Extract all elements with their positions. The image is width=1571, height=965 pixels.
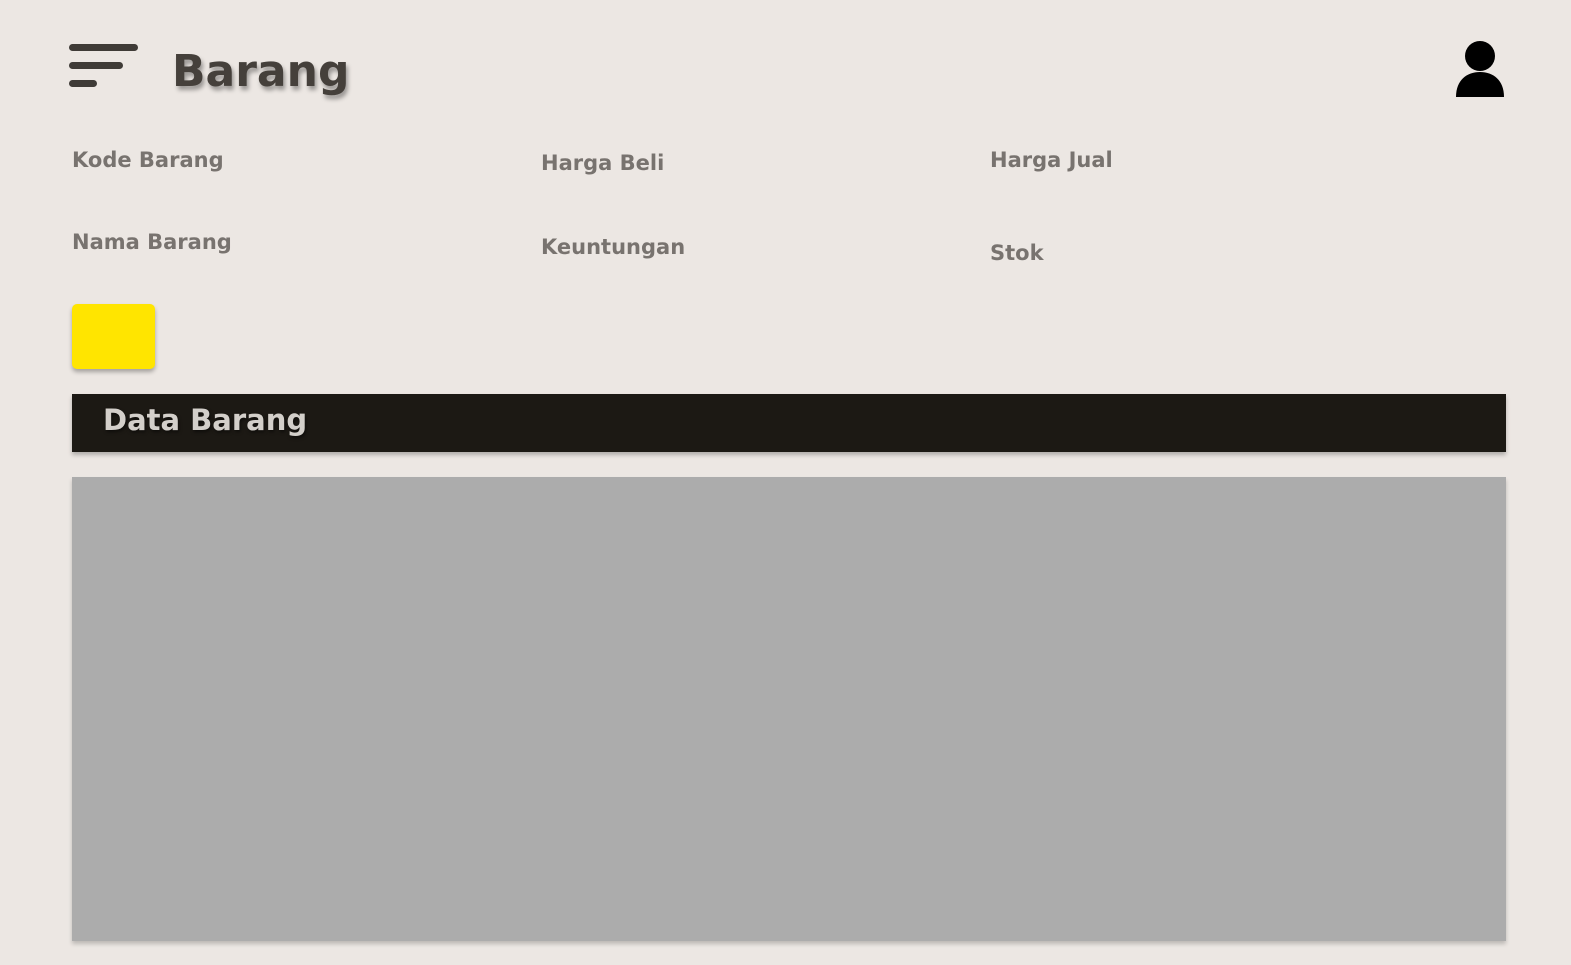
menu-line [69,62,123,69]
save-button[interactable] [72,304,155,369]
menu-line [69,44,138,51]
page-title: Barang [172,46,350,97]
nama-barang-label: Nama Barang [72,230,232,254]
data-section-title: Data Barang [103,403,308,437]
harga-jual-label: Harga Jual [990,148,1113,172]
kode-barang-label: Kode Barang [72,148,224,172]
harga-beli-label: Harga Beli [541,151,665,175]
data-section-header: Data Barang [72,394,1506,452]
keuntungan-label: Keuntungan [541,235,686,259]
data-table[interactable] [72,477,1506,941]
page: Barang Kode Barang Harga Beli Harga Jual… [0,0,1571,965]
stok-label: Stok [990,241,1044,265]
menu-line [69,80,97,87]
hamburger-menu-icon[interactable] [69,43,139,89]
user-icon[interactable] [1455,40,1505,98]
